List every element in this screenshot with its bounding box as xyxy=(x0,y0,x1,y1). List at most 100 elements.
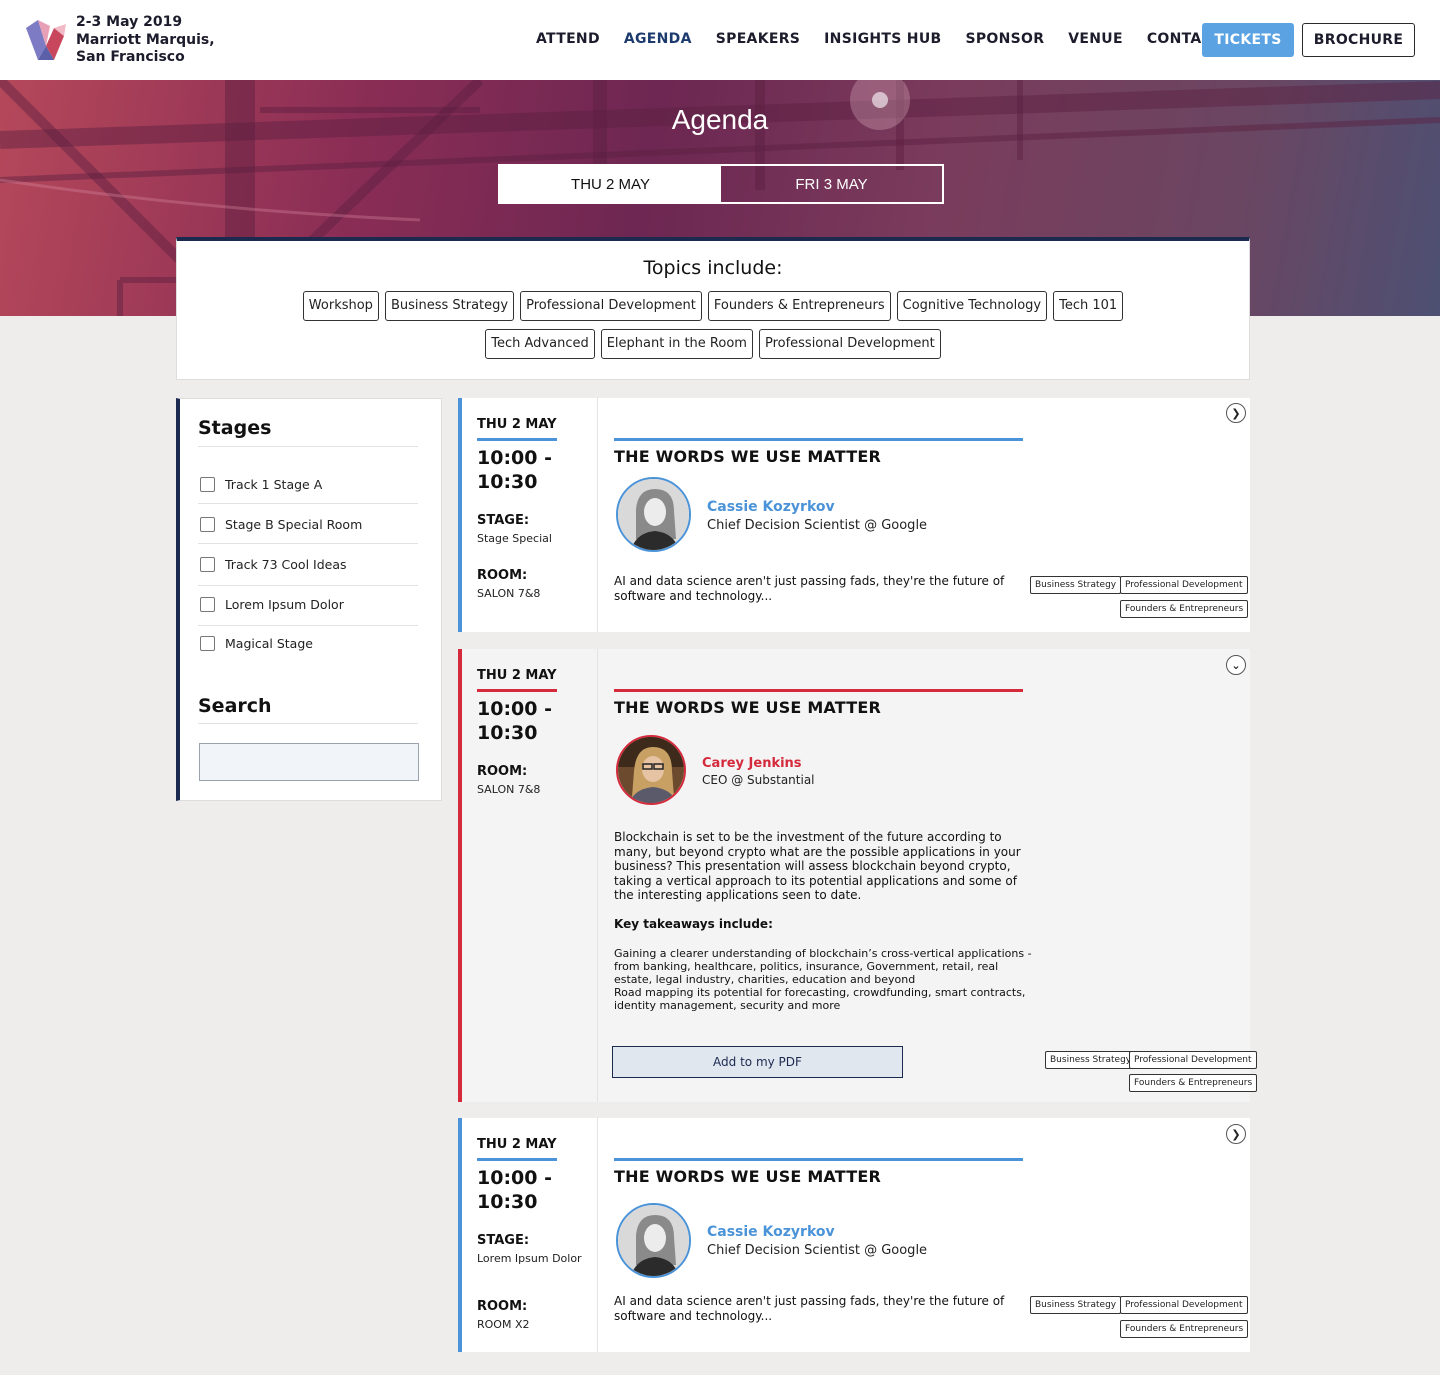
session-time-start: 10:00 - xyxy=(477,447,552,469)
tab-fri-3-may[interactable]: FRI 3 MAY xyxy=(721,166,942,202)
room-label: ROOM: xyxy=(477,568,528,583)
speaker-name[interactable]: Cassie Kozyrkov xyxy=(707,1224,835,1240)
topic-chip[interactable]: Professional Development xyxy=(758,329,941,359)
divider xyxy=(477,689,557,692)
add-to-pdf-button[interactable]: Add to my PDF xyxy=(612,1046,903,1078)
topic-chip[interactable]: Elephant in the Room xyxy=(600,329,753,359)
divider xyxy=(198,503,418,504)
speaker-name[interactable]: Cassie Kozyrkov xyxy=(707,499,835,515)
session-title[interactable]: THE WORDS WE USE MATTER xyxy=(614,698,881,717)
topic-chip[interactable]: Founders & Entrepreneurs xyxy=(707,291,891,321)
search-heading: Search xyxy=(198,695,272,717)
checkbox[interactable] xyxy=(200,477,215,492)
chevron-right-icon[interactable]: ❯ xyxy=(1226,403,1246,423)
nav-agenda[interactable]: AGENDA xyxy=(624,31,692,47)
nav-sponsor[interactable]: SPONSOR xyxy=(965,31,1044,47)
filter-sidebar: Stages Track 1 Stage A Stage B Special R… xyxy=(176,398,442,801)
stage-filter-magical-stage[interactable]: Magical Stage xyxy=(200,636,420,651)
speaker-name[interactable]: Carey Jenkins xyxy=(702,756,802,771)
divider xyxy=(198,543,418,544)
stage-value: Stage Special xyxy=(477,532,552,545)
stage-label: STAGE: xyxy=(477,513,530,528)
stage-value: Lorem Ipsum Dolor xyxy=(477,1252,582,1265)
session-tag[interactable]: Business Strategy xyxy=(1030,576,1122,594)
nav-venue[interactable]: VENUE xyxy=(1068,31,1123,47)
divider xyxy=(198,446,418,447)
takeaways-heading: Key takeaways include: xyxy=(614,917,773,931)
tickets-button[interactable]: TICKETS xyxy=(1202,23,1294,57)
divider xyxy=(198,723,418,724)
session-tag[interactable]: Professional Development xyxy=(1120,576,1248,594)
session-title[interactable]: THE WORDS WE USE MATTER xyxy=(614,1167,881,1186)
speaker-role: Chief Decision Scientist @ Google xyxy=(707,518,928,533)
session-tag[interactable]: Founders & Entrepreneurs xyxy=(1129,1074,1258,1092)
speaker-avatar[interactable] xyxy=(616,1203,691,1278)
topic-chip[interactable]: Business Strategy xyxy=(384,291,515,321)
stage-filter-track-73-cool-ideas[interactable]: Track 73 Cool Ideas xyxy=(200,557,420,572)
stage-filter-label: Lorem Ipsum Dolor xyxy=(225,597,344,612)
event-logo-icon[interactable] xyxy=(24,16,70,64)
speaker-photo-icon xyxy=(618,479,689,550)
divider xyxy=(477,1158,557,1161)
session-day: THU 2 MAY xyxy=(477,668,557,683)
tab-thu-2-may[interactable]: THU 2 MAY xyxy=(500,166,721,202)
stages-heading: Stages xyxy=(198,417,272,439)
date-tabs: THU 2 MAY FRI 3 MAY xyxy=(498,164,944,204)
session-tag[interactable]: Founders & Entrepreneurs xyxy=(1120,1320,1249,1338)
session-description: AI and data science aren't just passing … xyxy=(614,574,1005,603)
room-value: SALON 7&8 xyxy=(477,783,541,796)
divider xyxy=(198,585,418,586)
session-time-end: 10:30 xyxy=(477,1191,538,1213)
main-nav: ATTEND AGENDA SPEAKERS INSIGHTS HUB SPON… xyxy=(536,31,1246,47)
page-title: Agenda xyxy=(671,104,769,135)
stage-filter-stage-b-special-room[interactable]: Stage B Special Room xyxy=(200,517,420,532)
divider xyxy=(198,625,418,626)
event-date: 2-3 May 2019 xyxy=(76,14,183,30)
nav-speakers[interactable]: SPEAKERS xyxy=(716,31,800,47)
session-title[interactable]: THE WORDS WE USE MATTER xyxy=(614,447,881,466)
event-venue-line2: San Francisco xyxy=(76,49,185,65)
session-time: 10:00 - 10:30 xyxy=(477,446,552,494)
stage-filter-track-1-stage-a[interactable]: Track 1 Stage A xyxy=(200,477,420,492)
topic-chip[interactable]: Professional Development xyxy=(520,291,702,321)
speaker-avatar[interactable] xyxy=(616,735,686,805)
session-time-end: 10:30 xyxy=(477,471,538,493)
session-tag[interactable]: Professional Development xyxy=(1120,1296,1248,1314)
chevron-right-icon[interactable]: ❯ xyxy=(1226,1124,1246,1144)
nav-insights-hub[interactable]: INSIGHTS HUB xyxy=(824,31,941,47)
session-card[interactable]: THU 2 MAY 10:00 - 10:30 STAGE: Lorem Ips… xyxy=(458,1118,1250,1352)
checkbox[interactable] xyxy=(200,597,215,612)
event-info: 2-3 May 2019 Marriott Marquis, San Franc… xyxy=(76,14,215,67)
session-card[interactable]: THU 2 MAY 10:00 - 10:30 STAGE: Stage Spe… xyxy=(458,398,1250,632)
chevron-down-icon[interactable]: ⌄ xyxy=(1226,655,1246,675)
checkbox[interactable] xyxy=(200,557,215,572)
room-value: ROOM X2 xyxy=(477,1318,530,1331)
topic-chip[interactable]: Tech Advanced xyxy=(485,329,595,359)
stage-filter-label: Track 1 Stage A xyxy=(225,477,323,492)
topic-chip[interactable]: Cognitive Technology xyxy=(896,291,1048,321)
session-day: THU 2 MAY xyxy=(477,1137,557,1152)
session-tag[interactable]: Business Strategy xyxy=(1030,1296,1122,1314)
stage-filter-label: Stage B Special Room xyxy=(225,517,363,532)
checkbox[interactable] xyxy=(200,636,215,651)
speaker-role: CEO @ Substantial xyxy=(702,773,815,787)
session-tag[interactable]: Business Strategy xyxy=(1045,1051,1137,1069)
brochure-button[interactable]: BROCHURE xyxy=(1302,23,1415,57)
room-label: ROOM: xyxy=(477,764,528,779)
session-tag[interactable]: Professional Development xyxy=(1129,1051,1257,1069)
session-tag[interactable]: Founders & Entrepreneurs xyxy=(1120,600,1249,618)
checkbox[interactable] xyxy=(200,517,215,532)
speaker-avatar[interactable] xyxy=(616,477,691,552)
speaker-role: Chief Decision Scientist @ Google xyxy=(707,1243,928,1258)
stage-filter-lorem-ipsum-dolor[interactable]: Lorem Ipsum Dolor xyxy=(200,597,420,612)
session-card-expanded[interactable]: THU 2 MAY 10:00 - 10:30 ROOM: SALON 7&8 … xyxy=(458,649,1258,1102)
nav-attend[interactable]: ATTEND xyxy=(536,31,600,47)
session-meta: THU 2 MAY 10:00 - 10:30 STAGE: Lorem Ips… xyxy=(462,1118,598,1352)
topic-chip[interactable]: Tech 101 xyxy=(1053,291,1124,321)
topic-chip[interactable]: Workshop xyxy=(302,291,379,321)
room-value: SALON 7&8 xyxy=(477,587,541,600)
topics-title: Topics include: xyxy=(643,257,783,279)
search-input[interactable] xyxy=(199,743,419,781)
session-day: THU 2 MAY xyxy=(477,417,557,432)
session-time-end: 10:30 xyxy=(477,722,538,744)
